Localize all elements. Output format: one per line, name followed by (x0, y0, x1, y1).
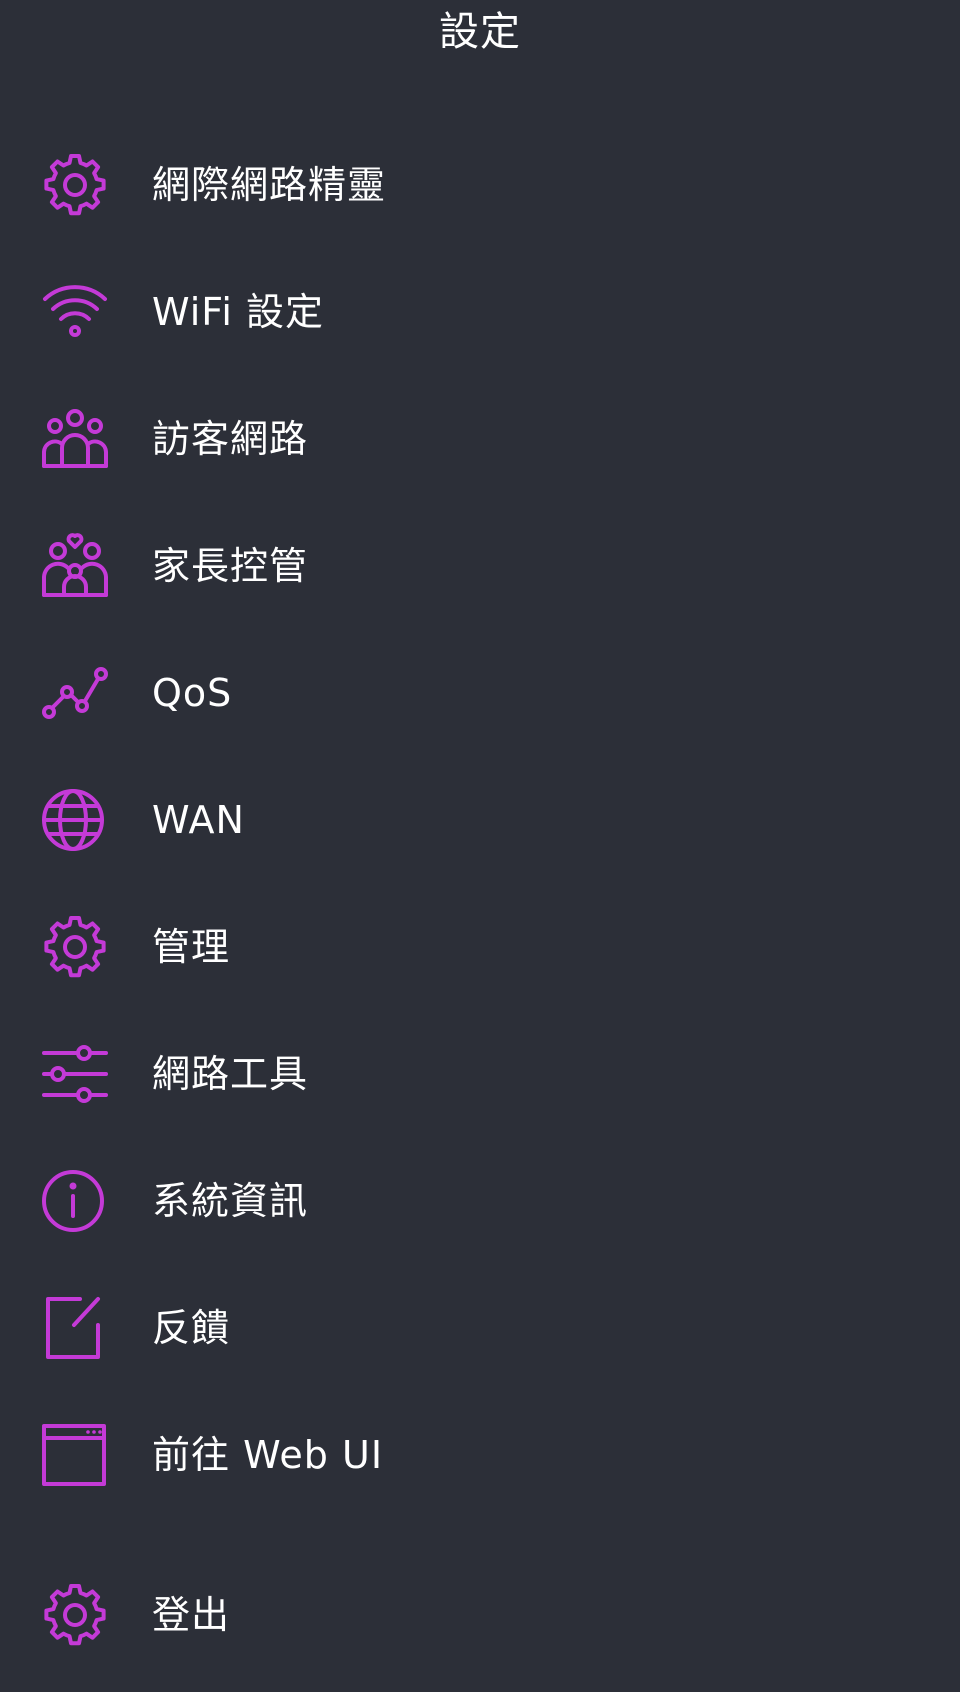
menu-item-label: WAN (152, 798, 245, 842)
menu-item-web-ui[interactable]: 前往 Web UI (0, 1400, 960, 1510)
menu-item-label: 訪客網路 (152, 417, 309, 461)
group-icon (40, 406, 110, 472)
menu-item-label: 家長控管 (152, 544, 309, 588)
globe-icon (40, 787, 110, 853)
menu-item-label: WiFi 設定 (152, 290, 325, 334)
qos-graph-icon (40, 660, 110, 726)
wifi-icon (40, 279, 110, 345)
menu-item-wan[interactable]: WAN (0, 765, 960, 875)
menu-item-parental-control[interactable]: 家長控管 (0, 511, 960, 621)
browser-window-icon (40, 1422, 110, 1488)
page-title: 設定 (439, 9, 521, 55)
menu-item-qos[interactable]: QoS (0, 638, 960, 748)
menu-item-label: 網際網路精靈 (152, 163, 387, 207)
menu-item-wifi-settings[interactable]: WiFi 設定 (0, 257, 960, 367)
menu-item-label: 登出 (152, 1593, 231, 1637)
gear-icon (40, 152, 110, 218)
family-icon (40, 533, 110, 599)
menu-item-label: 反饋 (152, 1306, 231, 1350)
menu-item-label: 管理 (152, 925, 231, 969)
menu-item-network-tools[interactable]: 網路工具 (0, 1019, 960, 1129)
menu-item-logout[interactable]: 登出 (0, 1560, 960, 1670)
menu-item-feedback[interactable]: 反饋 (0, 1273, 960, 1383)
menu-item-label: QoS (152, 671, 233, 715)
menu-item-label: 前往 Web UI (152, 1433, 384, 1477)
gear-icon (40, 914, 110, 980)
sliders-icon (40, 1041, 110, 1107)
menu-item-internet-wizard[interactable]: 網際網路精靈 (0, 130, 960, 240)
info-icon (40, 1168, 110, 1234)
menu-item-administration[interactable]: 管理 (0, 892, 960, 1002)
menu-item-guest-network[interactable]: 訪客網路 (0, 384, 960, 494)
menu-item-label: 網路工具 (152, 1052, 309, 1096)
edit-icon (40, 1295, 110, 1361)
menu-item-label: 系統資訊 (152, 1179, 309, 1223)
gear-icon (40, 1582, 110, 1648)
menu-item-system-info[interactable]: 系統資訊 (0, 1146, 960, 1256)
